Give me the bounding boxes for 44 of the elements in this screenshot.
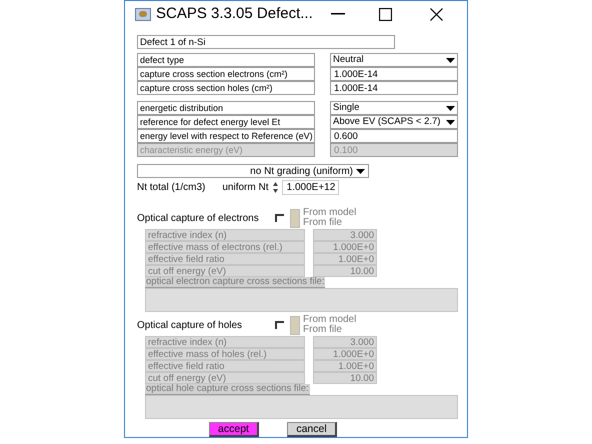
- parameter-label: effective field ratio: [145, 360, 305, 372]
- parameter-label: cut off energy (eV): [145, 372, 305, 384]
- option-selector-icon: [290, 316, 300, 334]
- close-icon[interactable]: [430, 8, 443, 20]
- parameter-label: energy level with respect to Reference (eV): [137, 129, 315, 143]
- section-title: Optical capture of holes: [137, 318, 244, 332]
- parameter-label: effective mass of holes (rel.): [145, 348, 305, 360]
- file-field[interactable]: [145, 288, 458, 312]
- parameter-label: characteristic energy (eV): [137, 143, 315, 157]
- value-field[interactable]: 1.000E-14: [330, 81, 458, 95]
- nt-total-label: Nt total (1/cm3): [137, 180, 206, 194]
- dropdown-arrow-icon: [356, 168, 365, 174]
- file-label: optical hole capture cross sections file:: [145, 384, 310, 395]
- value-field[interactable]: 1.000E-14: [330, 67, 458, 81]
- file-label: optical electron capture cross sections file:: [145, 277, 326, 288]
- parameter-label: refractive index (n): [145, 229, 305, 241]
- minimize-icon[interactable]: [331, 13, 345, 15]
- option-selector-icon: [290, 208, 300, 228]
- nt-mode-label: uniform Nt: [222, 180, 268, 194]
- nt-value-field[interactable]: 1.000E+12: [282, 180, 340, 194]
- file-field[interactable]: [145, 395, 458, 419]
- defect-name-field[interactable]: Defect 1 of n-Si: [137, 35, 395, 49]
- cancel-button[interactable]: cancel: [287, 422, 337, 437]
- parameter-label: energetic distribution: [137, 101, 315, 115]
- dropdown-arrow-icon: [446, 58, 455, 62]
- window-title: SCAPS 3.3.05 Defect...: [156, 4, 313, 24]
- dropdown[interactable]: Above EV (SCAPS < 2.7): [330, 115, 458, 129]
- maximize-icon[interactable]: [379, 8, 392, 20]
- spinner-icon[interactable]: [273, 182, 278, 192]
- dropdown[interactable]: Single: [330, 101, 458, 115]
- app-icon: [135, 8, 151, 20]
- grading-dropdown[interactable]: no Nt grading (uniform): [137, 164, 369, 178]
- parameter-label: refractive index (n): [145, 336, 305, 348]
- parameter-label: defect type: [137, 53, 315, 67]
- parameter-label: capture cross section electrons (cm²): [137, 67, 315, 81]
- value-field[interactable]: 0.600: [330, 129, 458, 143]
- parameter-label: effective mass of electrons (rel.): [145, 241, 305, 253]
- parameter-label: cut off energy (eV): [145, 265, 305, 277]
- dropdown[interactable]: Neutral: [330, 53, 458, 67]
- parameter-label: reference for defect energy level Et: [137, 115, 315, 129]
- accept-button[interactable]: accept: [209, 422, 259, 437]
- parameter-label: capture cross section holes (cm²): [137, 81, 315, 95]
- section-title: Optical capture of electrons: [137, 212, 260, 226]
- parameter-label: effective field ratio: [145, 253, 305, 265]
